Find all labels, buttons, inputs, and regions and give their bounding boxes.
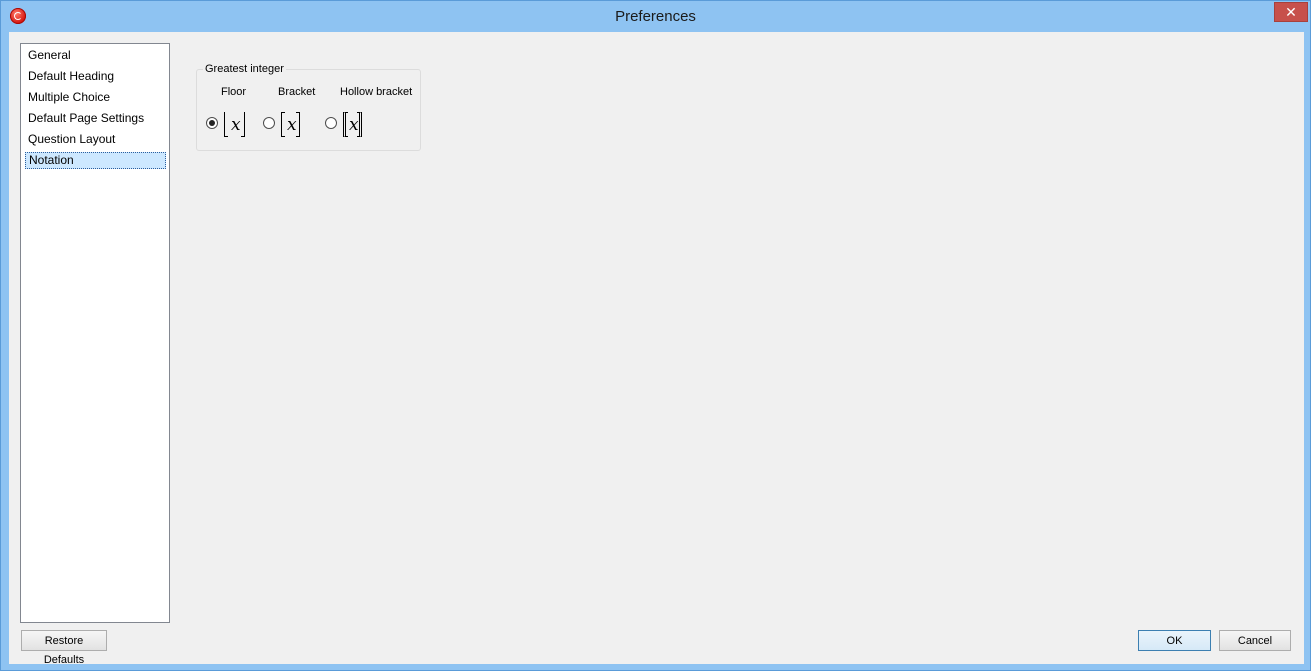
bracket-notation: x xyxy=(281,112,303,138)
group-title: Greatest integer xyxy=(203,63,286,75)
title-bar[interactable]: Preferences ✕ xyxy=(1,1,1310,31)
bracket-right xyxy=(296,112,300,137)
ok-button[interactable]: OK xyxy=(1138,630,1211,651)
sidebar-item-default-page-settings[interactable]: Default Page Settings xyxy=(25,110,166,127)
floor-notation: x xyxy=(224,112,246,138)
restore-defaults-button[interactable]: Restore Defaults xyxy=(21,630,107,666)
hollow-bracket-right xyxy=(357,112,362,137)
category-list[interactable]: General Default Heading Multiple Choice … xyxy=(20,43,170,623)
window-title: Preferences xyxy=(615,8,696,25)
floor-right-bracket xyxy=(241,112,245,137)
dialog-body: General Default Heading Multiple Choice … xyxy=(9,32,1304,666)
bracket-radio[interactable] xyxy=(263,117,275,129)
floor-label: Floor xyxy=(221,86,247,98)
floor-radio[interactable] xyxy=(206,117,218,129)
floor-variable: x xyxy=(231,115,241,135)
preferences-window: Preferences ✕ General Default Heading Mu… xyxy=(0,0,1311,671)
close-button[interactable]: ✕ xyxy=(1274,2,1308,22)
sidebar-item-default-heading[interactable]: Default Heading xyxy=(25,68,166,85)
hollow-bracket-left xyxy=(343,112,348,137)
greatest-integer-group xyxy=(196,69,421,151)
sidebar-item-general[interactable]: General xyxy=(25,47,166,64)
sidebar-item-multiple-choice[interactable]: Multiple Choice xyxy=(25,89,166,106)
bracket-label: Bracket xyxy=(278,86,316,98)
hollow-bracket-radio[interactable] xyxy=(325,117,337,129)
sidebar-item-question-layout[interactable]: Question Layout xyxy=(25,131,166,148)
floor-left-bracket xyxy=(224,112,228,137)
hollow-bracket-notation: x xyxy=(343,112,365,138)
sidebar-item-notation[interactable]: Notation xyxy=(25,152,166,169)
hollow-bracket-label: Hollow bracket xyxy=(340,86,413,98)
cancel-button[interactable]: Cancel xyxy=(1219,630,1291,651)
bracket-left xyxy=(281,112,285,137)
